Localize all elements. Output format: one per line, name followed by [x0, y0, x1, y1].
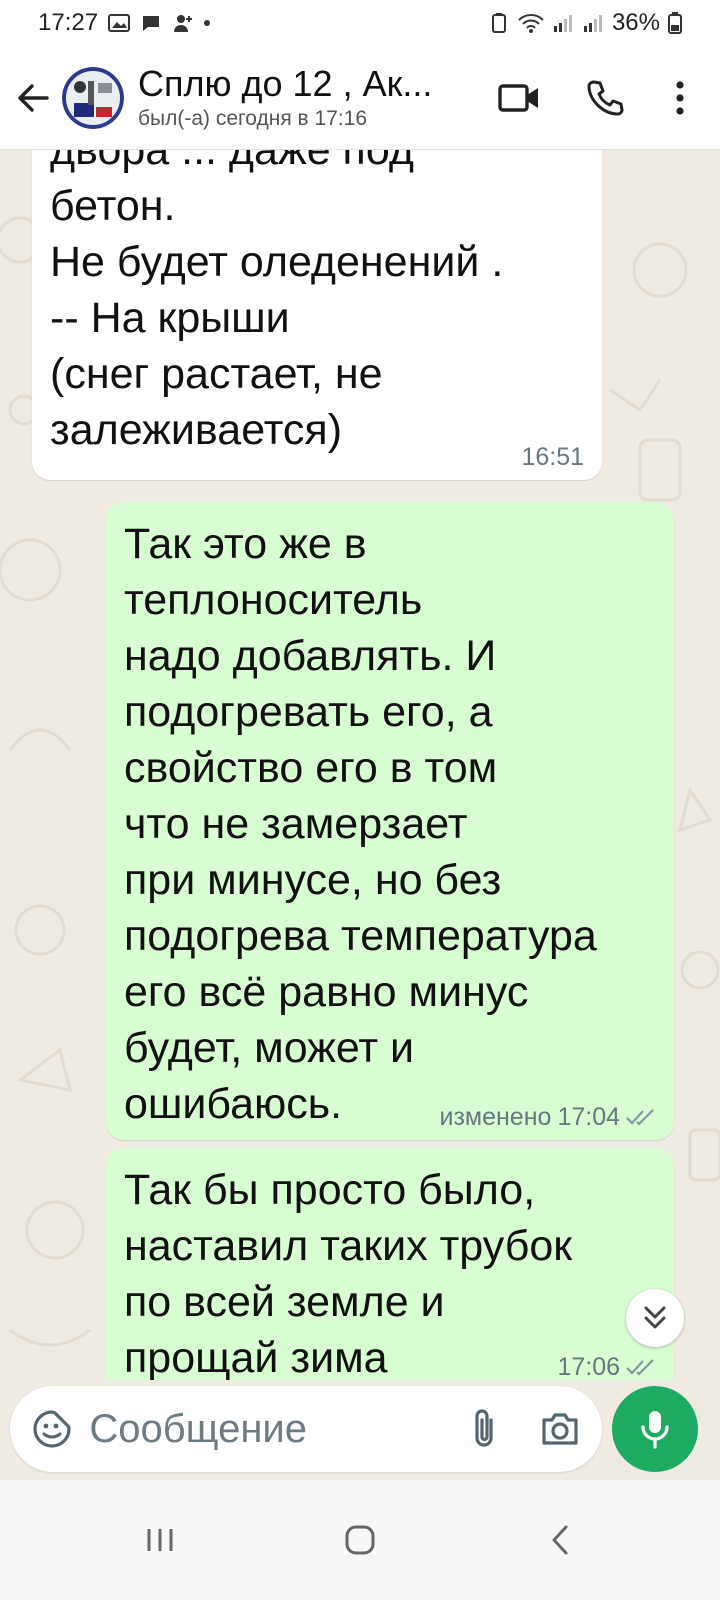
camera-icon	[542, 1413, 578, 1445]
add-contact-notification-icon	[174, 15, 193, 32]
double-check-read-icon	[626, 1359, 654, 1376]
last-seen-status: был(-а) сегодня в 17:16	[138, 106, 368, 130]
microphone-icon	[641, 1411, 669, 1449]
voice-message-button[interactable]	[612, 1386, 698, 1472]
double-check-read-icon	[626, 1109, 654, 1126]
message-text: Так бы просто было, наставил таких трубо…	[124, 1166, 573, 1380]
paperclip-icon	[475, 1409, 493, 1447]
contact-name: Сплю до 12 , Ак...	[138, 62, 433, 104]
signal-strength-2-icon	[583, 15, 602, 32]
message-meta: 16:51	[521, 442, 584, 472]
status-bar: 17:27 36%	[0, 0, 720, 46]
message-time: 16:51	[521, 443, 584, 471]
video-call-icon	[498, 83, 538, 112]
message-text: двора ... даже под бетон. Не будет оледе…	[50, 150, 504, 454]
video-call-button[interactable]	[476, 58, 562, 138]
back-arrow-icon	[18, 83, 49, 112]
avatar-image-icon	[62, 66, 124, 129]
more-notifications-dot-icon	[204, 20, 211, 26]
battery-icon	[668, 12, 682, 34]
double-chevron-down-icon	[644, 1306, 666, 1329]
chat-notification-icon	[143, 16, 160, 31]
attach-button[interactable]	[449, 1391, 518, 1467]
message-time: 17:04	[557, 1103, 620, 1131]
voice-call-button[interactable]	[562, 58, 648, 138]
message-input[interactable]	[89, 1406, 450, 1452]
recent-apps-button[interactable]	[105, 1495, 215, 1585]
recent-apps-icon	[147, 1529, 173, 1551]
emoji-button[interactable]	[14, 1391, 89, 1467]
more-options-button[interactable]	[648, 58, 712, 138]
home-button[interactable]	[305, 1495, 415, 1585]
gallery-notification-icon	[108, 14, 131, 32]
sticker-emoji-icon	[33, 1410, 71, 1448]
back-button[interactable]	[4, 58, 62, 138]
chat-header: Сплю до 12 , Ак... был(-а) сегодня в 17:…	[0, 46, 720, 150]
message-time: 17:06	[557, 1353, 620, 1380]
home-icon	[345, 1525, 375, 1555]
chevron-left-icon	[552, 1525, 568, 1555]
phone-icon	[587, 80, 624, 115]
chat-message-list[interactable]: двора ... даже под бетон. Не будет оледе…	[0, 150, 720, 1380]
edited-label: изменено	[439, 1103, 552, 1131]
battery-saver-icon	[491, 13, 506, 33]
camera-button[interactable]	[519, 1391, 602, 1467]
signal-strength-icon	[553, 15, 572, 32]
message-text: Так это же в теплоноситель надо добавлят…	[124, 520, 597, 1128]
more-vert-icon	[676, 80, 684, 115]
message-meta: 17:06	[557, 1352, 656, 1380]
message-bubble-outgoing[interactable]: Так бы просто было, наставил таких трубо…	[106, 1148, 674, 1380]
contact-avatar[interactable]	[62, 66, 124, 129]
system-navigation-bar	[0, 1480, 720, 1600]
system-back-button[interactable]	[505, 1495, 615, 1585]
message-meta: изменено 17:04	[439, 1102, 656, 1132]
status-time: 17:27	[38, 9, 99, 36]
message-bubble-outgoing[interactable]: Так это же в теплоноситель надо добавлят…	[106, 502, 674, 1140]
message-composer	[10, 1386, 602, 1472]
wifi-icon	[518, 14, 544, 33]
scroll-to-bottom-button[interactable]	[626, 1289, 684, 1347]
message-bubble-incoming[interactable]: двора ... даже под бетон. Не будет оледе…	[32, 150, 602, 480]
contact-info[interactable]: Сплю до 12 , Ак... был(-а) сегодня в 17:…	[138, 63, 468, 133]
battery-percent: 36%	[611, 9, 660, 36]
